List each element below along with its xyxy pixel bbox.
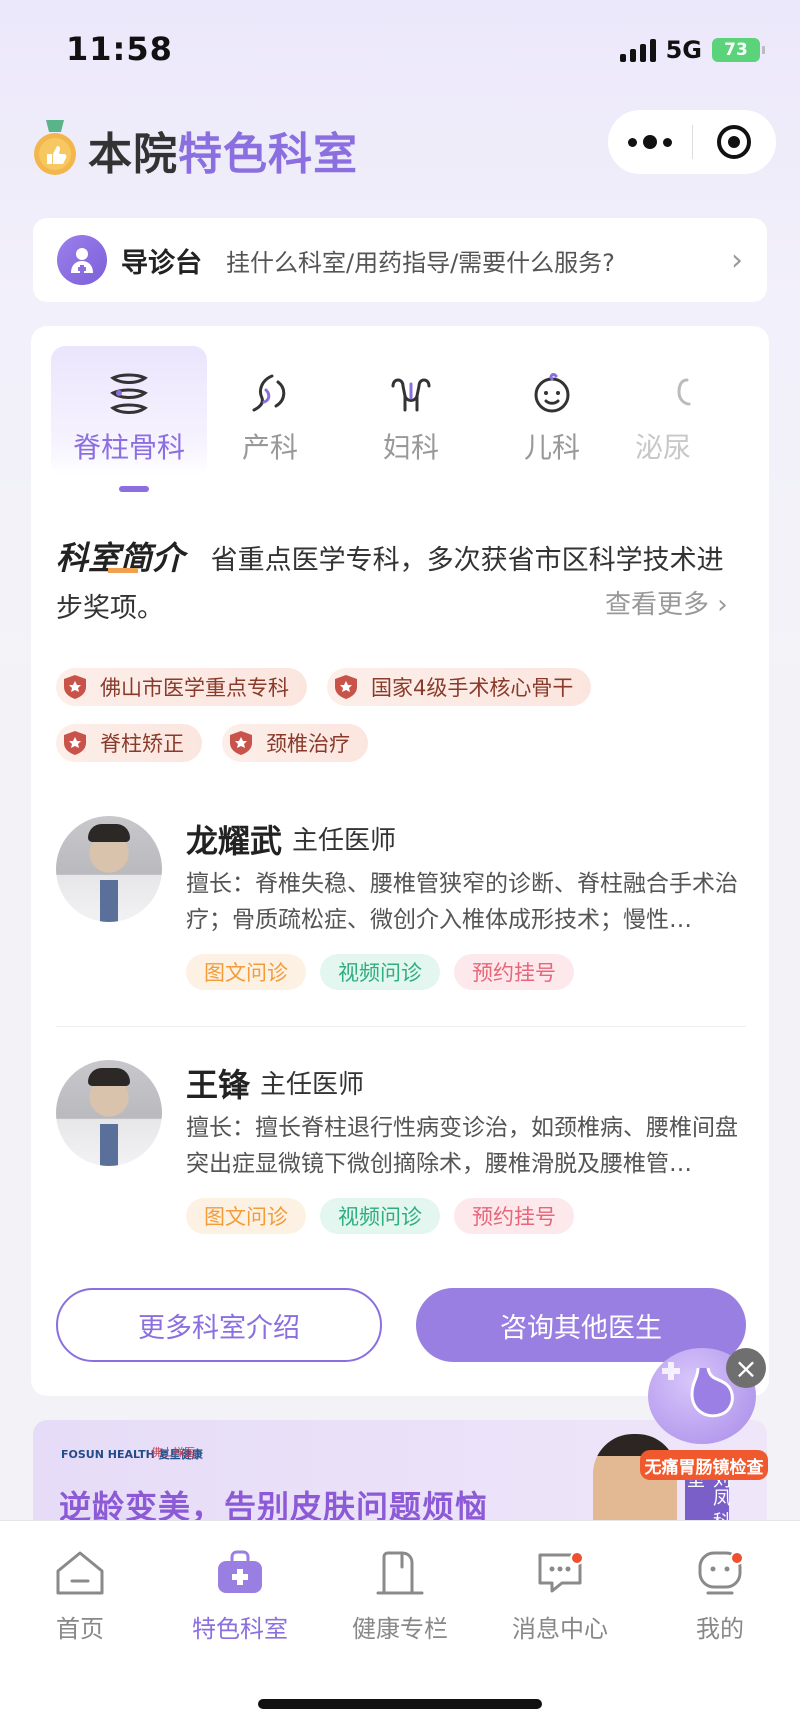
chevron-right-icon: › — [731, 242, 743, 278]
spine-icon — [110, 373, 148, 414]
pregnancy-icon — [252, 374, 286, 412]
doctor-skill: 擅长：擅长脊柱退行性病变诊治，如颈椎病、腰椎间盘突出症显微镜下微创摘除术，腰椎滑… — [186, 1115, 738, 1177]
floating-ad-label: 无痛胃肠镜检查 — [640, 1450, 768, 1480]
tab-indicator — [119, 486, 149, 492]
tab-gynecology[interactable]: 妇科 — [333, 346, 489, 476]
guide-title: 导诊台 — [121, 247, 202, 279]
hospital-logo: 佛山禅医 — [151, 1446, 195, 1459]
doctor-card[interactable]: 王锋 主任医师 擅长：擅长脊柱退行性病变诊治，如颈椎病、腰椎间盘突出症显微镜下微… — [56, 1060, 746, 1234]
guide-desk-bar[interactable]: 导诊台 挂什么科室/用药指导/需要什么服务? › — [33, 218, 767, 302]
doctor-title: 主任医师 — [260, 1070, 365, 1100]
doctor-title: 主任医师 — [292, 826, 397, 856]
tab-pediatrics[interactable]: 儿科 — [474, 346, 630, 476]
status-time: 11:58 — [66, 30, 173, 68]
battery-icon: 73 — [712, 38, 765, 62]
image-text-consult-button[interactable]: 图文问诊 — [186, 1198, 306, 1234]
target-icon — [717, 125, 752, 159]
status-indicators: 5G 73 — [619, 36, 765, 64]
guide-placeholder: 挂什么科室/用药指导/需要什么服务? — [226, 248, 615, 277]
tabbar-profile[interactable]: 我的 — [660, 1549, 780, 1644]
doctor-actions: 图文问诊 视频问诊 预约挂号 — [186, 954, 574, 990]
tag-item: 颈椎治疗 — [222, 724, 368, 762]
tag-item: 脊柱矫正 — [56, 724, 202, 762]
appointment-button[interactable]: 预约挂号 — [454, 1198, 574, 1234]
image-text-consult-button[interactable]: 图文问诊 — [186, 954, 306, 990]
tabbar-departments[interactable]: 特色科室 — [180, 1549, 300, 1644]
shield-icon — [230, 731, 252, 755]
shield-icon — [335, 675, 357, 699]
tabbar-health-column[interactable]: 健康专栏 — [340, 1549, 460, 1644]
close-icon[interactable]: × — [726, 1348, 766, 1388]
divider — [56, 1026, 746, 1027]
tabbar-home[interactable]: 首页 — [20, 1549, 140, 1644]
tag-item: 佛山市医学重点专科 — [56, 668, 307, 706]
tabbar-messages[interactable]: 消息中心 — [500, 1549, 620, 1644]
tag-list: 佛山市医学重点专科 国家4级手术核心骨干 脊柱矫正 颈椎治疗 — [56, 668, 746, 762]
baby-icon — [534, 373, 570, 413]
signal-icon — [619, 38, 656, 62]
medical-kit-icon — [218, 1550, 262, 1593]
tab-obstetrics[interactable]: 产科 — [192, 346, 348, 476]
doctor-name: 龙耀武 — [186, 822, 283, 860]
notification-badge — [570, 1551, 584, 1565]
department-tabs: 脊柱骨科 产科 妇科 儿科 泌尿 — [31, 346, 769, 476]
medal-icon — [34, 120, 76, 175]
video-consult-button[interactable]: 视频问诊 — [320, 954, 440, 990]
avatar — [56, 1060, 162, 1166]
network-type: 5G — [665, 36, 702, 64]
video-consult-button[interactable]: 视频问诊 — [320, 1198, 440, 1234]
doctor-actions: 图文问诊 视频问诊 预约挂号 — [186, 1198, 574, 1234]
department-card: 脊柱骨科 产科 妇科 儿科 泌尿 科室简介 省重点医学专科，多次获省市区科学技术… — [31, 326, 769, 1396]
tab-spine-orthopedics[interactable]: 脊柱骨科 — [51, 346, 207, 476]
more-menu-button[interactable] — [608, 135, 692, 149]
intro-heading: 科室简介 — [56, 539, 185, 577]
home-icon — [56, 1551, 104, 1595]
doctor-skill: 擅长：脊椎失稳、腰椎管狭窄的诊断、脊柱融合手术治疗；骨质疏松症、微创介入椎体成形… — [186, 871, 738, 933]
tag-item: 国家4级手术核心骨干 — [327, 668, 592, 706]
shield-icon — [64, 675, 86, 699]
home-indicator — [258, 1699, 542, 1709]
tab-urology[interactable]: 泌尿 — [615, 346, 769, 476]
avatar — [56, 816, 162, 922]
nurse-icon — [57, 235, 107, 285]
view-more-link[interactable]: 查看更多 › — [605, 584, 728, 621]
article-icon — [376, 1551, 424, 1595]
doctor-card[interactable]: 龙耀武 主任医师 擅长：脊椎失稳、腰椎管狭窄的诊断、脊柱融合手术治疗；骨质疏松症… — [56, 816, 746, 990]
more-departments-button[interactable]: 更多科室介绍 — [56, 1288, 382, 1362]
shield-icon — [64, 731, 86, 755]
page-title: 本院特色科室 — [88, 129, 358, 180]
urology-icon — [677, 378, 691, 406]
doctor-name: 王锋 — [186, 1066, 251, 1104]
close-miniprogram-button[interactable] — [693, 124, 777, 160]
mini-program-capsule — [608, 110, 776, 174]
banner-headline: 逆龄变美，告别皮肤问题烦恼 — [59, 1488, 489, 1520]
appointment-button[interactable]: 预约挂号 — [454, 954, 574, 990]
notification-badge — [730, 1551, 744, 1565]
uterus-icon — [391, 378, 431, 412]
